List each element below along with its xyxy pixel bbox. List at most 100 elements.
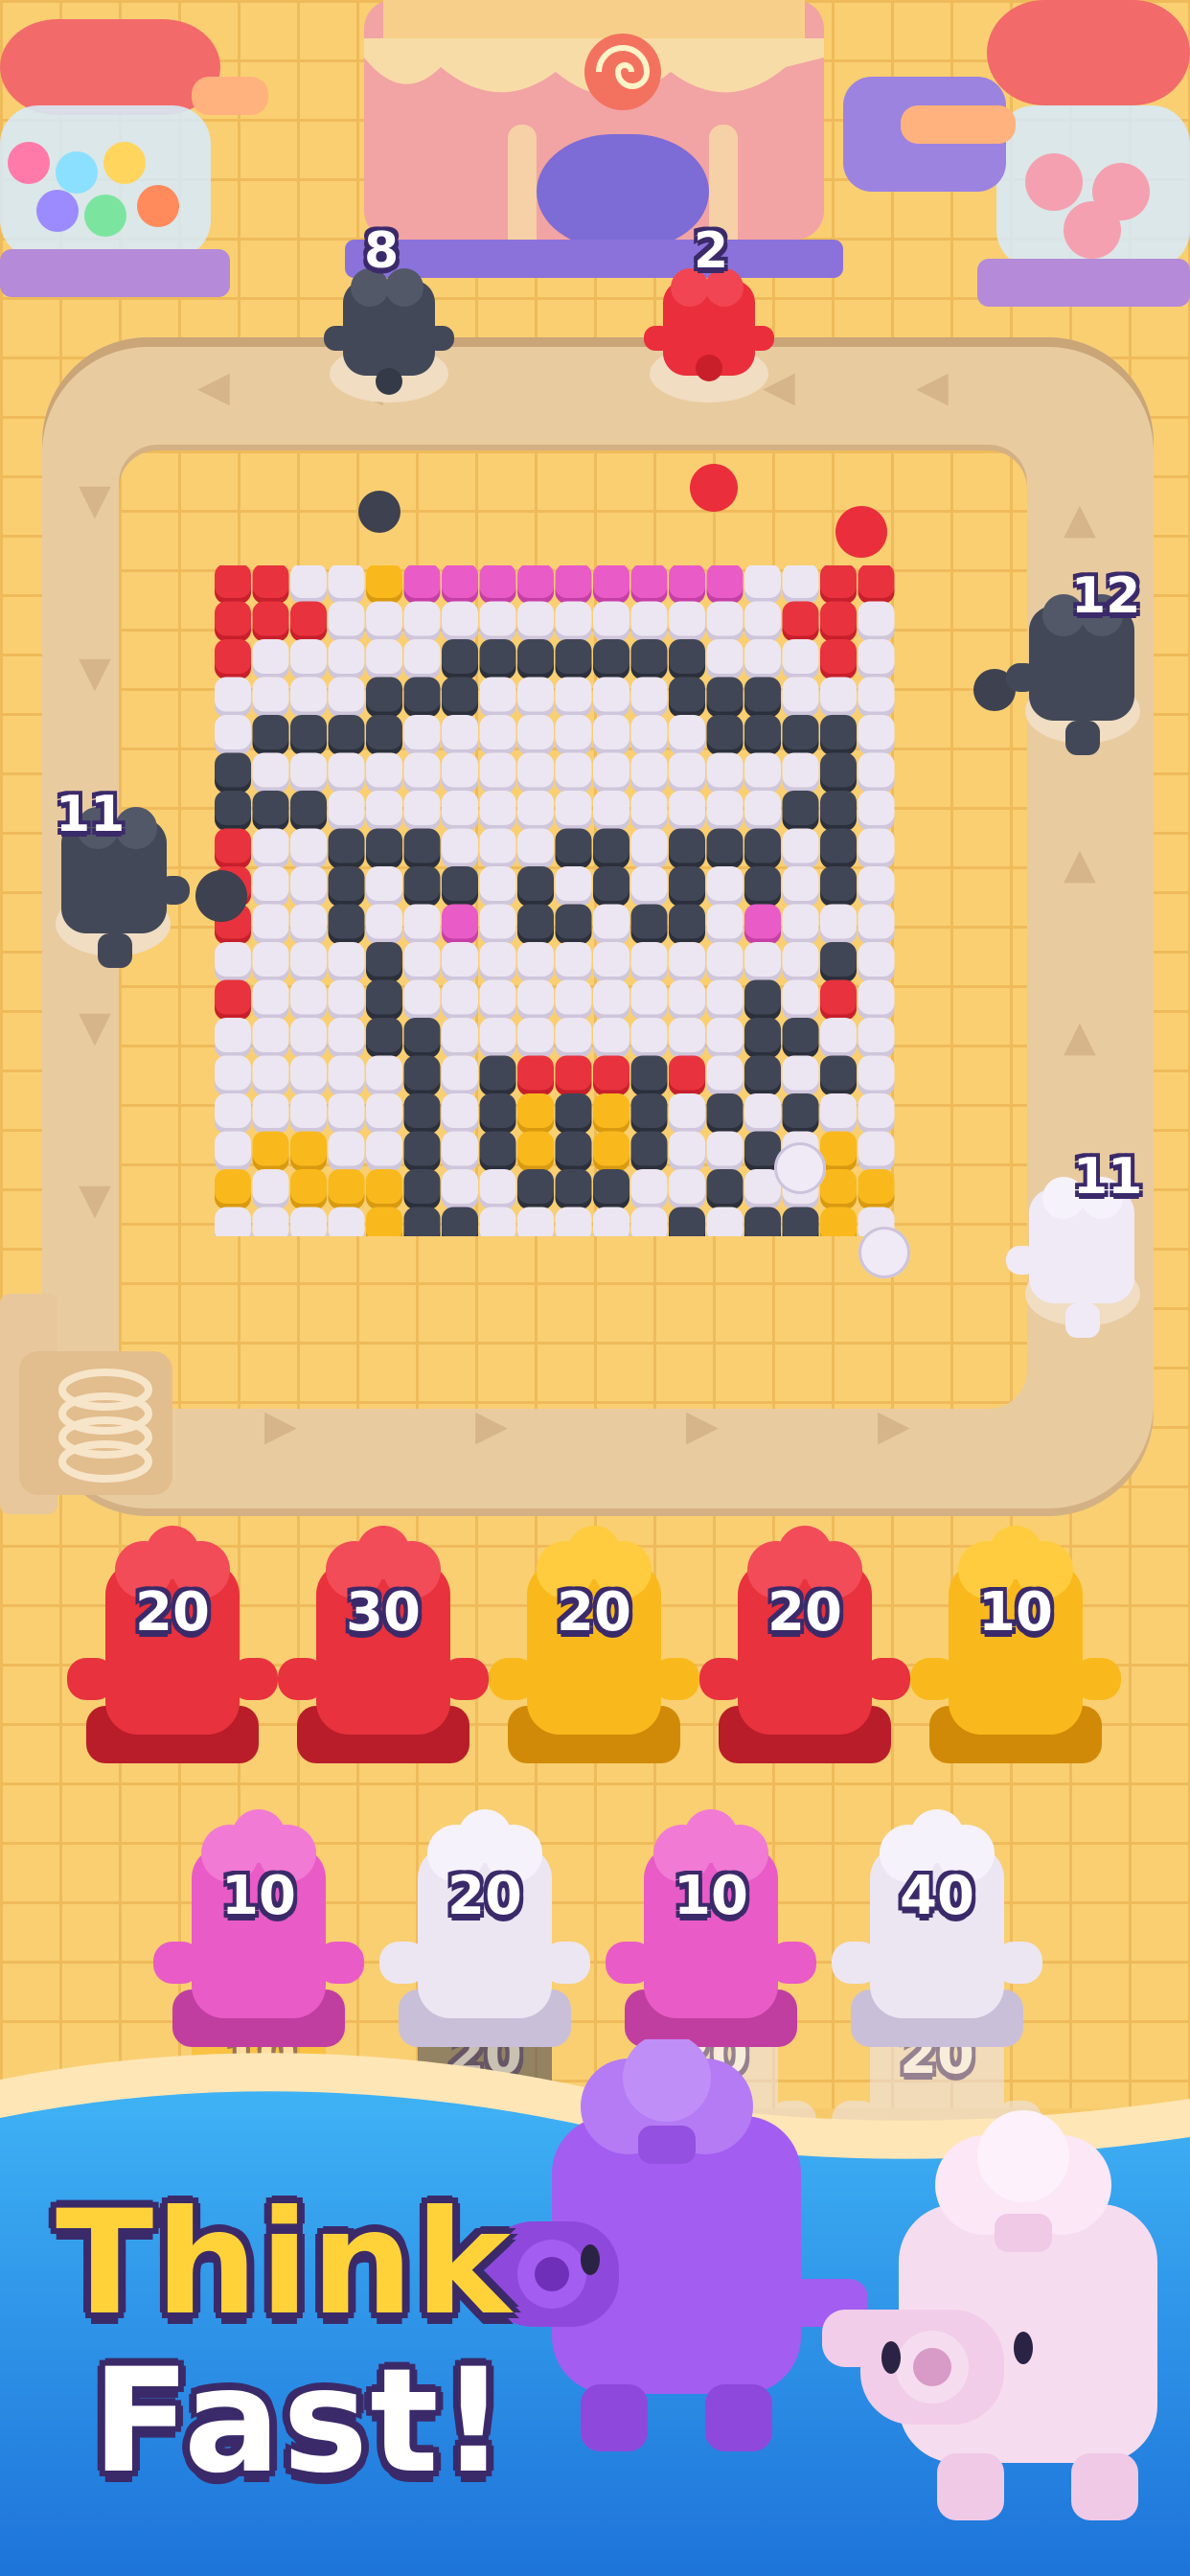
mosaic-ball bbox=[517, 1207, 554, 1236]
queued-cannon[interactable]: 10 bbox=[153, 1807, 364, 2057]
mosaic-ball bbox=[630, 565, 668, 604]
mosaic-ball bbox=[820, 904, 857, 945]
mosaic-ball bbox=[215, 677, 251, 718]
cannon-dark-top[interactable] bbox=[314, 268, 468, 412]
mosaic-ball bbox=[706, 752, 744, 794]
mosaic-ball bbox=[215, 1207, 251, 1236]
mosaic-ball bbox=[215, 791, 251, 831]
cannon-ammo-count: 10 bbox=[221, 1865, 296, 1927]
mosaic-ball bbox=[669, 904, 705, 945]
mosaic-ball bbox=[252, 1169, 289, 1209]
mosaic-ball bbox=[403, 866, 441, 907]
mosaic-ball bbox=[252, 904, 289, 945]
mosaic-ball bbox=[290, 942, 327, 982]
mosaic-ball bbox=[593, 715, 629, 755]
mosaic-ball bbox=[669, 1055, 705, 1096]
mosaic-ball bbox=[858, 1131, 895, 1172]
mosaic-ball bbox=[820, 828, 857, 869]
mosaic-ball bbox=[215, 1055, 251, 1096]
mosaic-ball bbox=[215, 1169, 251, 1209]
mosaic-ball bbox=[669, 1131, 705, 1172]
mosaic-ball bbox=[820, 715, 857, 755]
track-arrow-right-icon: ▶ bbox=[878, 1401, 910, 1450]
mosaic-ball bbox=[442, 1207, 478, 1236]
mosaic-ball bbox=[403, 791, 441, 831]
mosaic-ball bbox=[403, 1207, 441, 1236]
mosaic-ball bbox=[555, 979, 592, 1021]
cannon-ammo-count: 20 bbox=[135, 1581, 210, 1644]
cannon-red-top[interactable] bbox=[634, 268, 788, 412]
mosaic-ball bbox=[403, 979, 441, 1021]
mosaic-ball bbox=[328, 904, 365, 945]
mosaic-ball bbox=[366, 1055, 402, 1096]
mosaic-ball bbox=[215, 565, 251, 604]
mosaic-ball bbox=[593, 1055, 629, 1096]
mosaic-ball bbox=[630, 904, 668, 945]
queued-cannon[interactable]: 20 bbox=[67, 1524, 278, 1773]
mosaic-ball bbox=[479, 828, 516, 869]
red-cannon-icon bbox=[278, 1526, 489, 1763]
mosaic-ball bbox=[252, 866, 289, 907]
mosaic-ball bbox=[442, 942, 478, 982]
mosaic-ball bbox=[479, 942, 516, 982]
mosaic-ball bbox=[669, 715, 705, 755]
mosaic-ball bbox=[782, 1018, 819, 1058]
mosaic-ball bbox=[593, 601, 629, 642]
mosaic-ball bbox=[858, 752, 895, 794]
mosaic-ball bbox=[517, 715, 554, 755]
mosaic-ball bbox=[479, 791, 516, 831]
mosaic-ball bbox=[630, 715, 668, 755]
queued-cannon[interactable]: 10 bbox=[910, 1524, 1121, 1773]
mosaic-ball bbox=[366, 1018, 402, 1058]
mosaic-ball bbox=[403, 1093, 441, 1134]
red-cannon-icon bbox=[67, 1526, 278, 1763]
mosaic-ball bbox=[442, 601, 478, 642]
mosaic-ball bbox=[669, 1169, 705, 1209]
queued-cannon[interactable]: 20 bbox=[489, 1524, 699, 1773]
mosaic-ball bbox=[479, 1093, 516, 1134]
cannon-shot bbox=[358, 491, 400, 533]
mosaic-ball bbox=[366, 639, 402, 679]
mosaic-ball bbox=[706, 791, 744, 831]
queued-cannon[interactable]: 10 bbox=[606, 1807, 816, 2057]
mosaic-ball bbox=[555, 1055, 592, 1096]
mosaic-ball bbox=[744, 904, 781, 945]
mosaic-ball bbox=[366, 677, 402, 718]
mosaic-ball bbox=[744, 639, 781, 679]
mosaic-ball bbox=[555, 1018, 592, 1058]
track-arrow-right-icon: ▶ bbox=[686, 1401, 719, 1450]
game-screen: ◀ ◀ ◀ ◀ ▼ ▼ ▼ ▼ ▲ ▲ ▲ ▶ ▶ ▶ ▶ 8 bbox=[0, 0, 1190, 2576]
mosaic-ball bbox=[479, 639, 516, 679]
mosaic-ball bbox=[744, 677, 781, 718]
mosaic-ball bbox=[593, 1207, 629, 1236]
track-arrow-right-icon: ▶ bbox=[264, 1401, 297, 1450]
cannon-ammo-count: 11 bbox=[56, 786, 126, 843]
mosaic-ball bbox=[669, 677, 705, 718]
mosaic-ball bbox=[442, 1131, 478, 1172]
queued-cannon[interactable]: 20 bbox=[699, 1524, 910, 1773]
mosaic-ball bbox=[593, 565, 629, 604]
red-cannon-icon bbox=[699, 1526, 910, 1763]
mosaic-ball bbox=[252, 1131, 289, 1172]
mosaic-ball bbox=[630, 866, 668, 907]
mosaic-ball bbox=[706, 828, 744, 869]
mosaic-ball bbox=[858, 791, 895, 831]
mosaic-ball bbox=[782, 752, 819, 794]
mosaic-ball bbox=[479, 1055, 516, 1096]
mosaic-ball bbox=[782, 1093, 819, 1134]
queued-cannon[interactable]: 40 bbox=[832, 1807, 1042, 2057]
mosaic-ball bbox=[744, 1093, 781, 1134]
mosaic-ball bbox=[328, 752, 365, 794]
mosaic-ball bbox=[252, 791, 289, 831]
queued-cannon[interactable]: 30 bbox=[278, 1524, 489, 1773]
mosaic-ball bbox=[782, 791, 819, 831]
mosaic-ball bbox=[782, 601, 819, 642]
mosaic-ball bbox=[290, 639, 327, 679]
track-arrow-up-icon: ▲ bbox=[1064, 1012, 1096, 1061]
mosaic-ball bbox=[403, 715, 441, 755]
mosaic-ball bbox=[328, 791, 365, 831]
queued-cannon[interactable]: 20 bbox=[379, 1807, 590, 2057]
mosaic-ball bbox=[706, 1131, 744, 1172]
mosaic-ball bbox=[328, 1055, 365, 1096]
mosaic-ball bbox=[479, 866, 516, 907]
